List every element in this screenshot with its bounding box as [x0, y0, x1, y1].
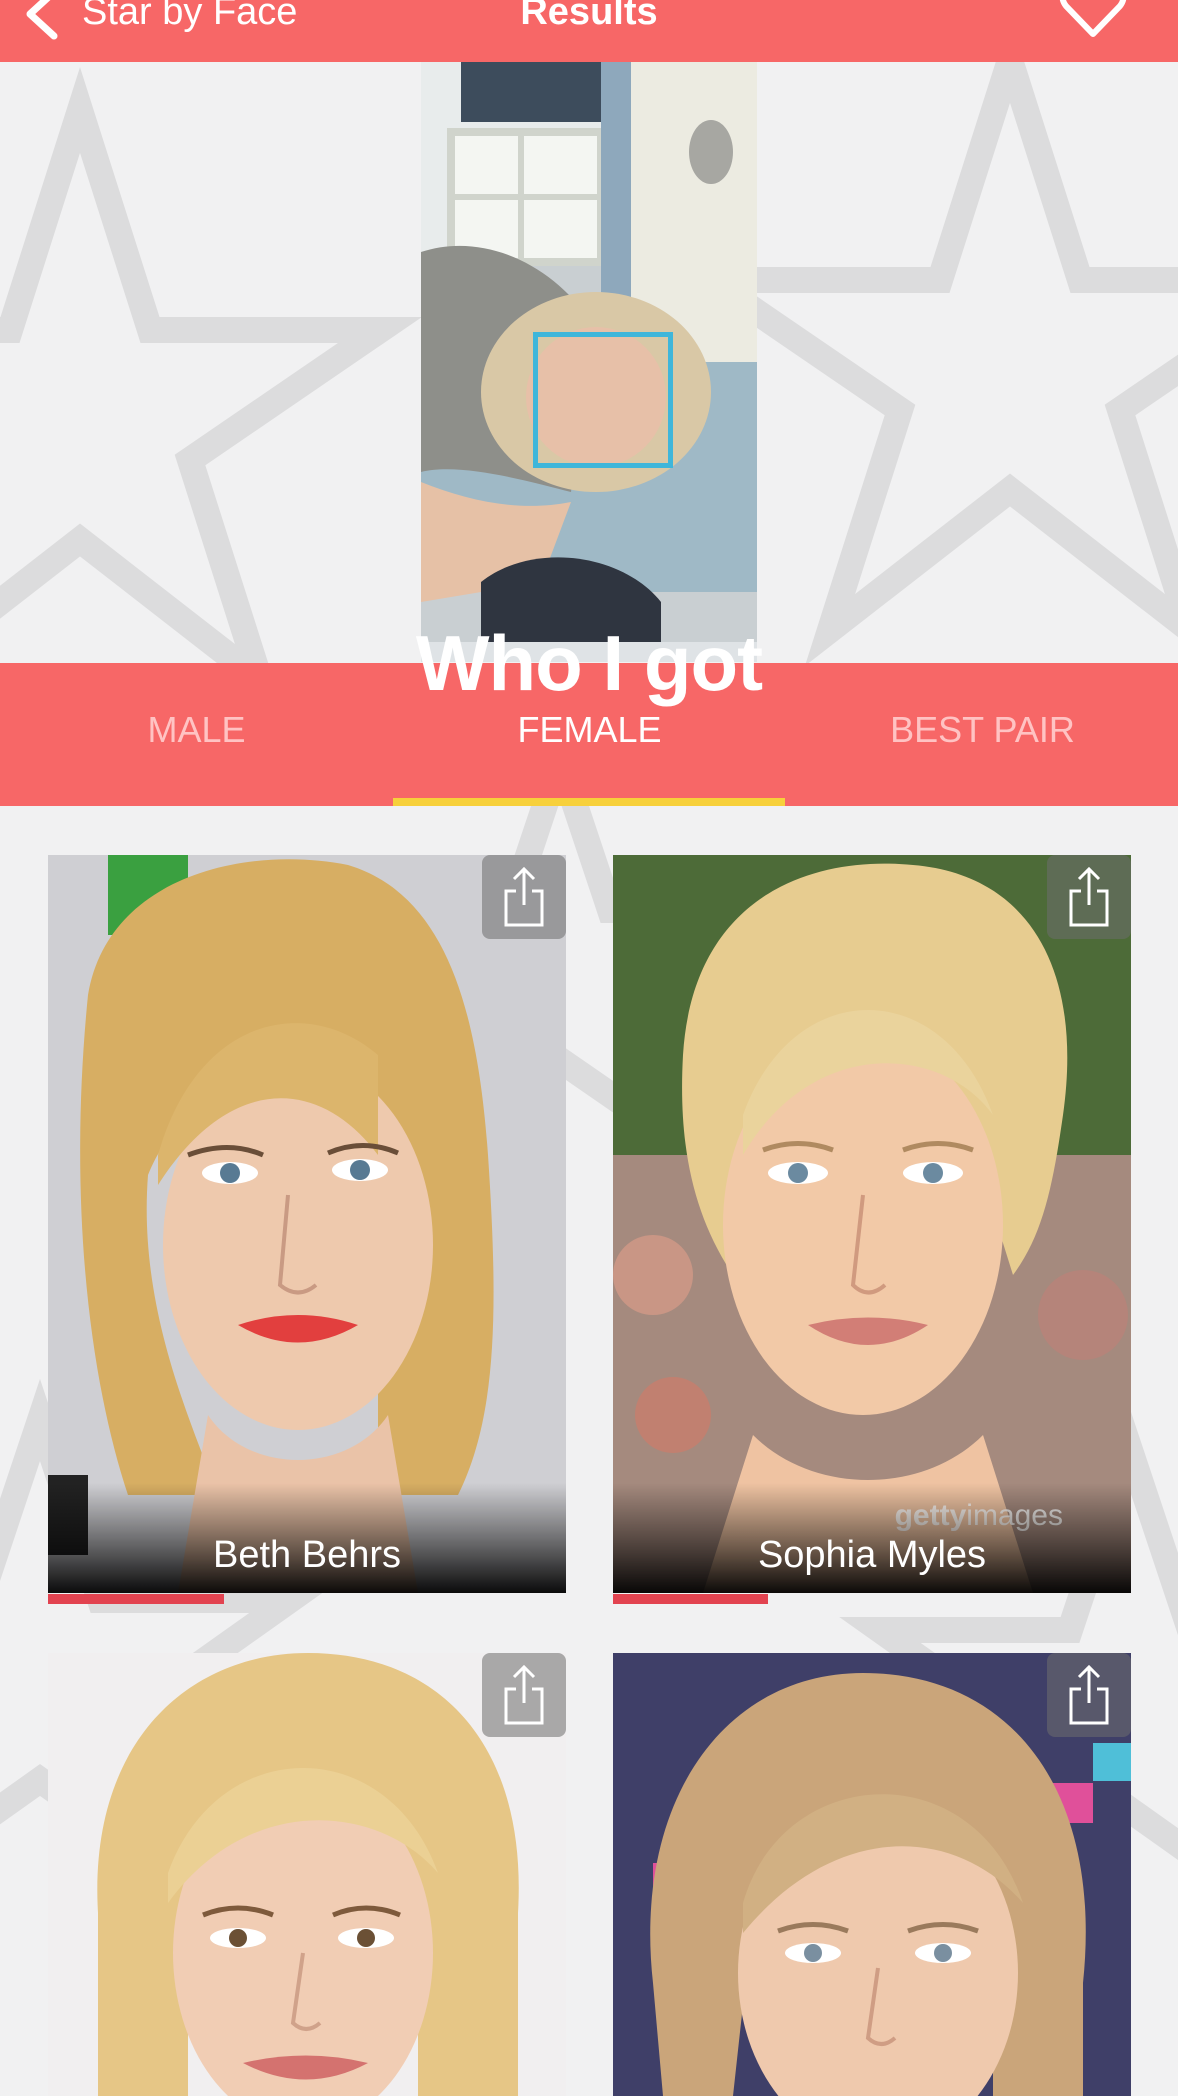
tab-male[interactable]: MALE	[0, 706, 393, 754]
result-card[interactable]	[613, 1653, 1131, 2096]
share-icon	[504, 866, 544, 927]
share-icon	[1069, 866, 1109, 927]
share-button[interactable]	[482, 855, 566, 939]
match-score-bar	[48, 1594, 224, 1604]
detected-face-box	[533, 332, 673, 468]
section-title: Who I got	[415, 619, 763, 707]
share-button[interactable]	[1047, 1653, 1131, 1737]
share-button[interactable]	[482, 1653, 566, 1737]
result-card[interactable]: Beth Behrs	[48, 855, 566, 1593]
celebrity-name: Beth Behrs	[213, 1534, 401, 1576]
result-card[interactable]: gettyimages Sophia Myles	[613, 855, 1131, 1593]
page-title: Results	[520, 0, 658, 33]
share-button[interactable]	[1047, 855, 1131, 939]
heart-icon[interactable]	[1058, 0, 1128, 40]
result-card[interactable]	[48, 1653, 566, 2096]
share-icon	[1069, 1664, 1109, 1725]
tab-best-pair[interactable]: BEST PAIR	[786, 706, 1178, 754]
share-icon	[504, 1664, 544, 1725]
active-tab-indicator	[393, 798, 785, 806]
match-score-bar	[613, 1594, 768, 1604]
source-photo	[421, 62, 757, 662]
tab-female[interactable]: FEMALE	[393, 706, 786, 754]
celebrity-name: Sophia Myles	[757, 1534, 987, 1576]
top-nav-bar: Star by Face Results	[0, 0, 1178, 62]
